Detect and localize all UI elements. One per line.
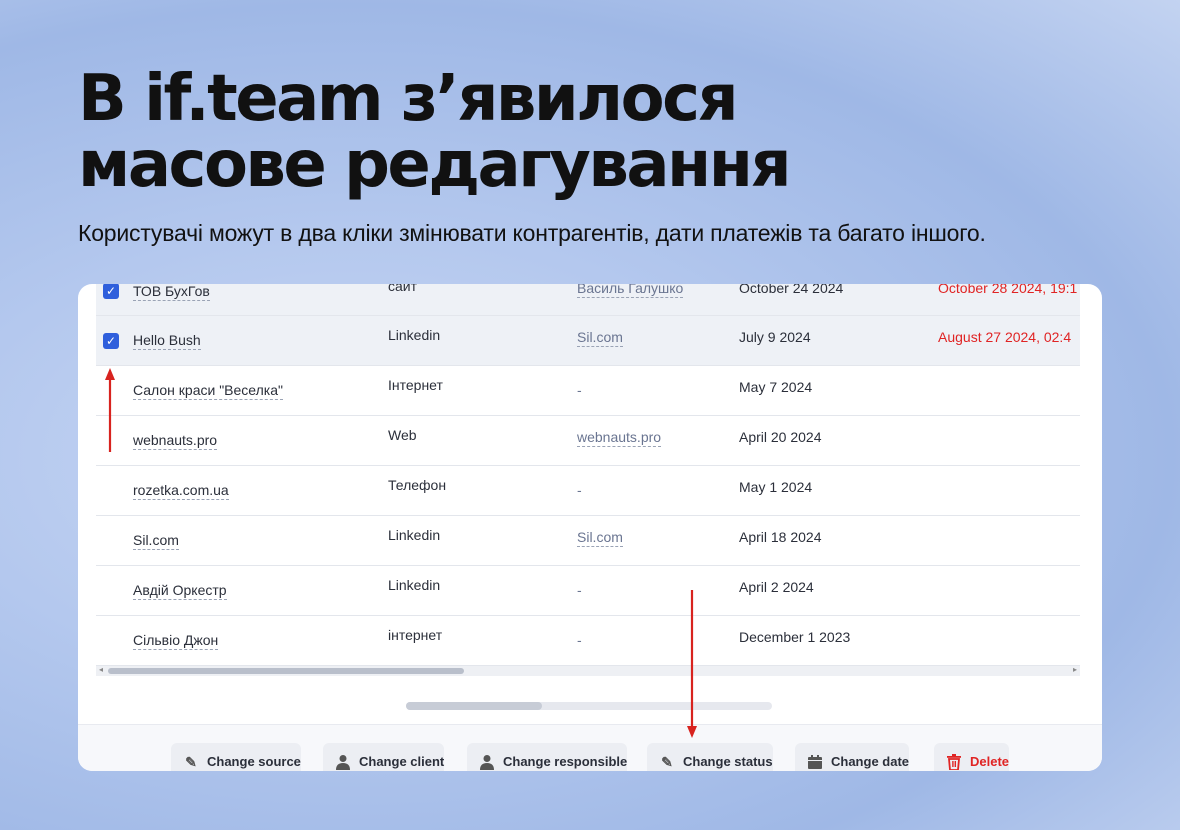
row-checkbox[interactable]: ✓ [103, 284, 119, 299]
client-name[interactable]: webnauts.pro [133, 432, 218, 450]
responsible-cell[interactable]: webnauts.pro [577, 429, 662, 447]
person-icon [477, 754, 497, 771]
client-name[interactable]: Авдій Оркестр [133, 582, 227, 600]
date-cell: October 24 2024 [739, 284, 844, 296]
client-name[interactable]: ТОВ БухГов [133, 284, 210, 301]
row-checkbox[interactable]: ✓ [103, 333, 119, 349]
horizontal-scrollbar[interactable]: ◂ ▸ [96, 665, 1080, 676]
page-scroll-thumb[interactable] [406, 702, 542, 710]
headline-line-1: В if.team з’явилося [78, 62, 739, 136]
pencil-icon: ✎ [661, 754, 673, 770]
source-cell: інтернет [388, 627, 443, 643]
scroll-left-icon[interactable]: ◂ [99, 665, 103, 674]
calendar-icon [805, 754, 825, 771]
change-client-button[interactable]: Change client [323, 743, 445, 771]
table-row[interactable]: Сільвіо Джон інтернет - December 1 2023 [96, 616, 1080, 666]
bulk-actions-toolbar: ✎ Change source Change client Change res… [78, 724, 1102, 771]
responsible-cell: - [577, 382, 582, 398]
person-icon [333, 754, 353, 771]
source-cell: Телефон [388, 477, 447, 493]
table-row[interactable]: ✓ ТОВ БухГов сайт Василь Галушко October 24 … [96, 284, 1080, 316]
due-date-cell: August 27 2024, 02:4 [938, 329, 1072, 345]
date-cell: December 1 2023 [739, 629, 851, 645]
change-date-label: Change date [831, 754, 910, 769]
change-source-button[interactable]: ✎ Change source [171, 743, 301, 771]
responsible-cell[interactable]: Sil.com [577, 529, 623, 547]
responsible-cell: - [577, 632, 582, 648]
page-scrollbar[interactable] [406, 702, 772, 710]
source-cell: Linkedin [388, 527, 441, 543]
responsible-cell[interactable]: Sil.com [577, 329, 623, 347]
headline: В if.team з’явилося масове редагування [78, 62, 792, 202]
subtitle: Користувачі можут в два кліки змінювати … [78, 220, 986, 246]
screenshot-card: ✓ ТОВ БухГов сайт Василь Галушко October 24 … [78, 284, 1102, 771]
change-responsible-label: Change responsible [503, 754, 628, 769]
source-cell: Linkedin [388, 577, 441, 593]
client-name[interactable]: Hello Bush [133, 332, 201, 350]
trash-icon [944, 754, 964, 771]
date-cell: April 20 2024 [739, 429, 822, 445]
source-cell: сайт [388, 284, 418, 294]
delete-label: Delete [970, 754, 1010, 769]
responsible-cell: - [577, 582, 582, 598]
client-name[interactable]: Салон краси "Веселка" [133, 382, 283, 400]
change-source-label: Change source [207, 754, 301, 769]
annotation-arrow-up-icon [105, 368, 115, 452]
date-cell: May 7 2024 [739, 379, 813, 395]
change-client-label: Change client [359, 754, 445, 769]
change-responsible-button[interactable]: Change responsible [467, 743, 628, 771]
table-row[interactable]: Авдій Оркестр Linkedin - April 2 2024 [96, 566, 1080, 616]
date-cell: July 9 2024 [739, 329, 811, 345]
due-date-cell: October 28 2024, 19:1 [938, 284, 1078, 296]
deals-table: ✓ ТОВ БухГов сайт Василь Галушко October 24 … [96, 284, 1080, 666]
source-cell: Інтернет [388, 377, 443, 393]
headline-line-2: масове редагування [78, 128, 792, 202]
change-date-button[interactable]: Change date [795, 743, 910, 771]
client-name[interactable]: rozetka.com.ua [133, 482, 229, 500]
change-status-button[interactable]: ✎ Change status [647, 743, 773, 771]
table-row[interactable]: webnauts.pro Web webnauts.pro April 20 2024 [96, 416, 1080, 466]
change-status-label: Change status [683, 754, 773, 769]
client-name[interactable]: Sil.com [133, 532, 179, 550]
date-cell: April 2 2024 [739, 579, 814, 595]
responsible-cell: - [577, 482, 582, 498]
horizontal-scroll-thumb[interactable] [108, 668, 464, 674]
delete-button[interactable]: Delete [934, 743, 1010, 771]
responsible-cell[interactable]: Василь Галушко [577, 284, 684, 298]
pencil-icon: ✎ [185, 754, 197, 770]
scroll-right-icon[interactable]: ▸ [1073, 665, 1077, 674]
source-cell: Web [388, 427, 417, 443]
table-row[interactable]: Салон краси "Веселка" Інтернет - May 7 2024 [96, 366, 1080, 416]
client-name[interactable]: Сільвіо Джон [133, 632, 219, 650]
source-cell: Linkedin [388, 327, 441, 343]
date-cell: May 1 2024 [739, 479, 813, 495]
annotation-arrow-down-icon [687, 590, 697, 738]
date-cell: April 18 2024 [739, 529, 822, 545]
table-row[interactable]: Sil.com Linkedin Sil.com April 18 2024 [96, 516, 1080, 566]
table-row[interactable]: ✓ Hello Bush Linkedin Sil.com July 9 2024 Aug… [96, 316, 1080, 366]
table-row[interactable]: rozetka.com.ua Телефон - May 1 2024 [96, 466, 1080, 516]
